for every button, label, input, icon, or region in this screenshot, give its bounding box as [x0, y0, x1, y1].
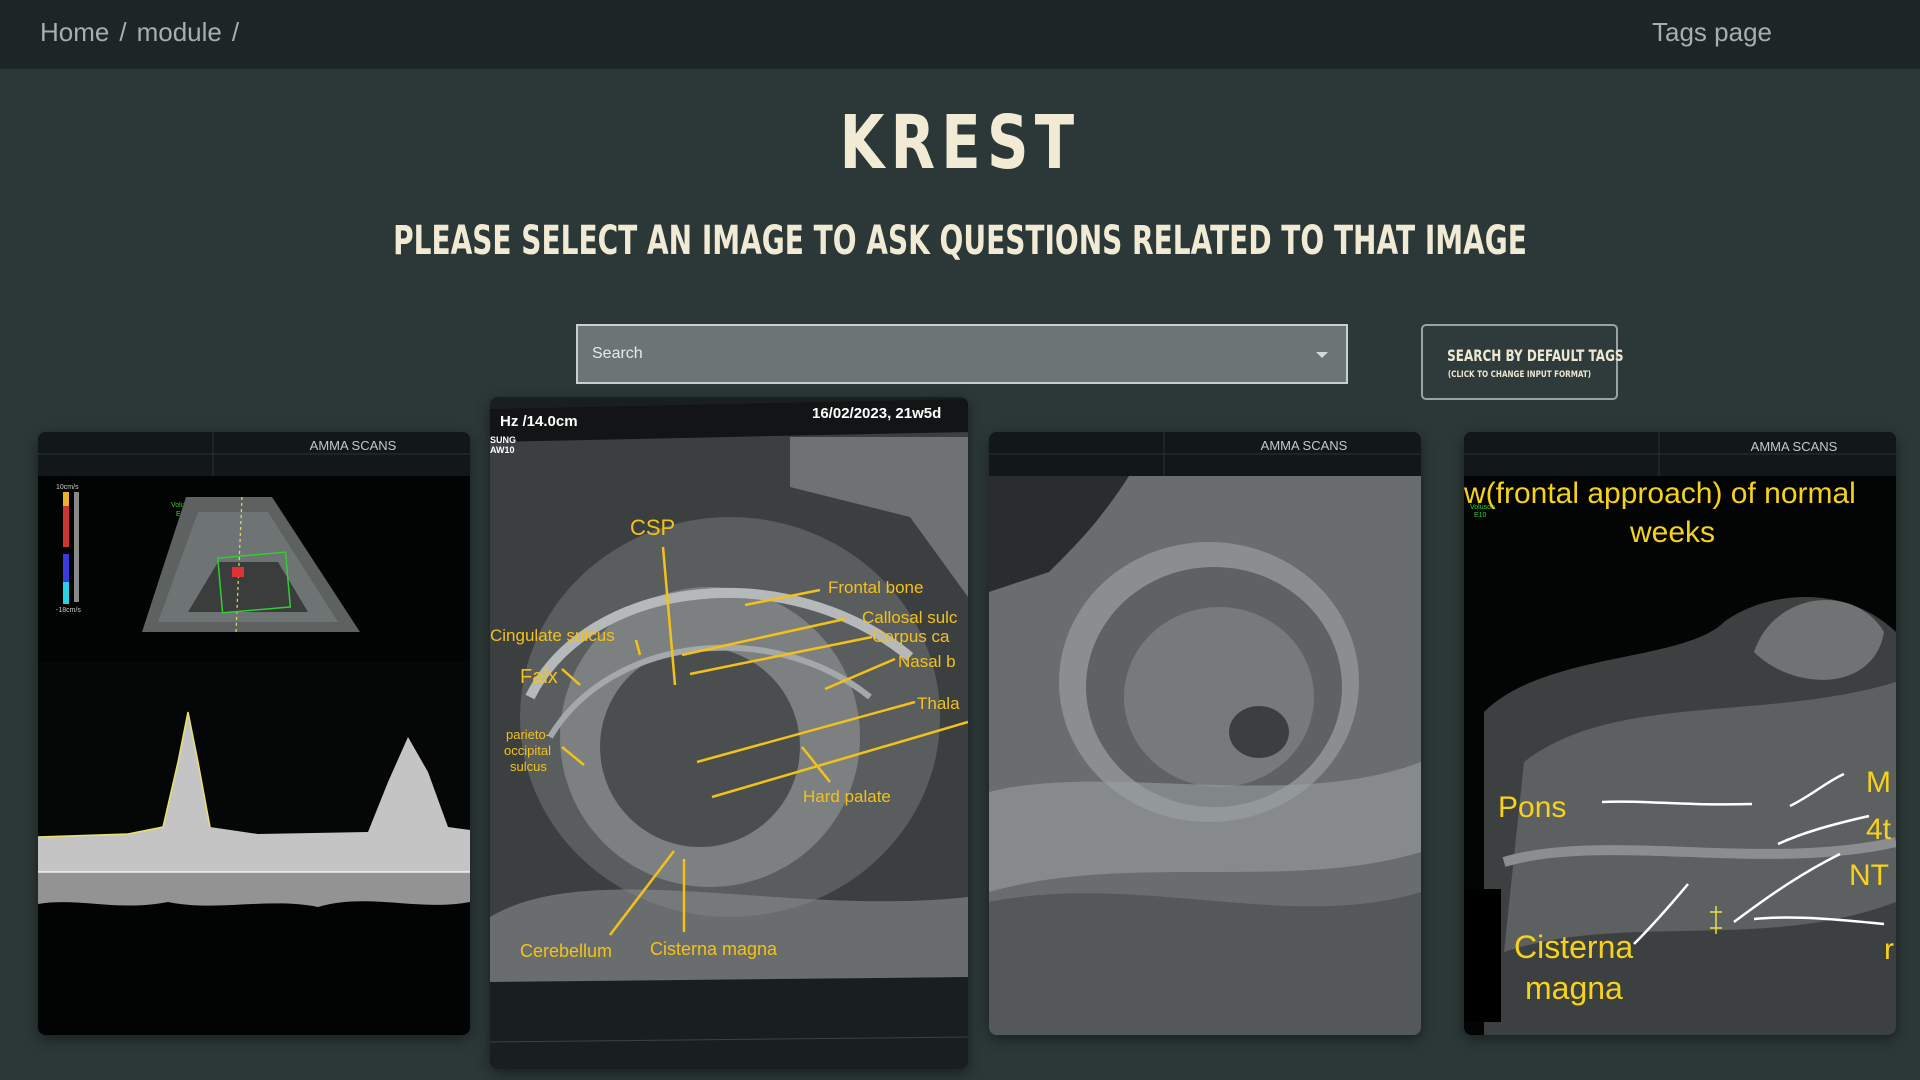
- breadcrumb-separator: /: [119, 17, 127, 47]
- svg-text:10cm/s: 10cm/s: [56, 484, 79, 491]
- svg-text:parieto-: parieto-: [506, 727, 550, 742]
- tags-button-sublabel: (CLICK TO CHANGE INPUT FORMAT): [1447, 370, 1592, 380]
- search-input[interactable]: [592, 345, 1292, 363]
- svg-text:Corpus ca: Corpus ca: [872, 627, 950, 646]
- svg-text:occipital: occipital: [504, 743, 551, 758]
- amma-scans-header: AMMA SCANS: [310, 438, 397, 453]
- svg-text:Cerebellum: Cerebellum: [520, 941, 612, 961]
- svg-text:AW10: AW10: [490, 445, 515, 455]
- svg-text:Cingulate sulcus: Cingulate sulcus: [490, 626, 615, 645]
- svg-text:magna: magna: [1525, 970, 1623, 1006]
- tags-button-label: SEARCH BY DEFAULT TAGS: [1447, 346, 1624, 365]
- svg-text:16/02/2023, 21w5d: 16/02/2023, 21w5d: [812, 405, 941, 422]
- chevron-down-icon[interactable]: [1316, 352, 1328, 358]
- tags-page-link[interactable]: Tags page: [1652, 17, 1772, 48]
- svg-text:Nasal b: Nasal b: [898, 652, 956, 671]
- svg-text:Falx: Falx: [520, 666, 558, 688]
- page-title: KREST: [839, 100, 1081, 186]
- svg-text:Thala: Thala: [917, 694, 960, 713]
- svg-text:Cisterna magna: Cisterna magna: [650, 939, 778, 959]
- svg-text:w(frontal approach) of normal: w(frontal approach) of normal: [1464, 477, 1856, 510]
- svg-text:Pons: Pons: [1498, 791, 1566, 824]
- svg-text:Cisterna: Cisterna: [1514, 929, 1633, 965]
- amma-scans-header: AMMA SCANS: [1261, 438, 1348, 453]
- svg-text:CSP: CSP: [630, 515, 675, 540]
- svg-text:Frontal bone: Frontal bone: [828, 578, 923, 597]
- fetal-head-ultrasound-image: AMMA SCANS: [989, 432, 1421, 1035]
- posterior-fossa-ultrasound-image: AMMA SCANS Voluson E10 w(frontal approac…: [1464, 432, 1896, 1035]
- search-by-default-tags-button[interactable]: SEARCH BY DEFAULT TAGS (CLICK TO CHANGE …: [1421, 324, 1624, 400]
- svg-text:NT: NT: [1849, 859, 1889, 892]
- svg-text:Callosal sulc: Callosal sulc: [862, 608, 958, 627]
- svg-text:sulcus: sulcus: [510, 759, 547, 774]
- top-navbar: Home / module / Tags page: [0, 0, 1920, 69]
- amma-scans-header: AMMA SCANS: [1751, 439, 1838, 454]
- image-card-fetal-head[interactable]: AMMA SCANS: [989, 432, 1421, 1035]
- svg-text:weeks: weeks: [1629, 516, 1715, 549]
- image-card-annotated-brain[interactable]: Hz /14.0cm 16/02/2023, 21w5d SUNG AW10 C…: [490, 397, 968, 1069]
- svg-text:Hard palate: Hard palate: [803, 787, 891, 806]
- image-card-doppler[interactable]: AMMA SCANS 10cm/s -18cm/s Voluson E10: [38, 432, 470, 1035]
- image-card-posterior-fossa[interactable]: AMMA SCANS Voluson E10 w(frontal approac…: [1464, 432, 1896, 1035]
- search-select[interactable]: [576, 324, 1348, 384]
- svg-text:4t: 4t: [1866, 813, 1892, 846]
- annotated-brain-ultrasound-image: Hz /14.0cm 16/02/2023, 21w5d SUNG AW10 C…: [490, 397, 968, 1069]
- breadcrumb-module-link[interactable]: module: [137, 17, 222, 48]
- breadcrumb: Home / module /: [40, 17, 239, 48]
- svg-text:-18cm/s: -18cm/s: [56, 607, 81, 614]
- doppler-ultrasound-image: AMMA SCANS 10cm/s -18cm/s Voluson E10: [38, 432, 470, 1035]
- svg-text:Hz /14.0cm: Hz /14.0cm: [500, 413, 578, 430]
- svg-text:SUNG: SUNG: [490, 435, 516, 445]
- svg-text:M: M: [1866, 766, 1891, 799]
- breadcrumb-separator: /: [231, 17, 240, 47]
- svg-text:E10: E10: [1474, 512, 1487, 519]
- page-subtitle: PLEASE SELECT AN IMAGE TO ASK QUESTIONS …: [393, 218, 1527, 264]
- svg-text:r: r: [1884, 933, 1894, 966]
- breadcrumb-home-link[interactable]: Home: [40, 17, 109, 48]
